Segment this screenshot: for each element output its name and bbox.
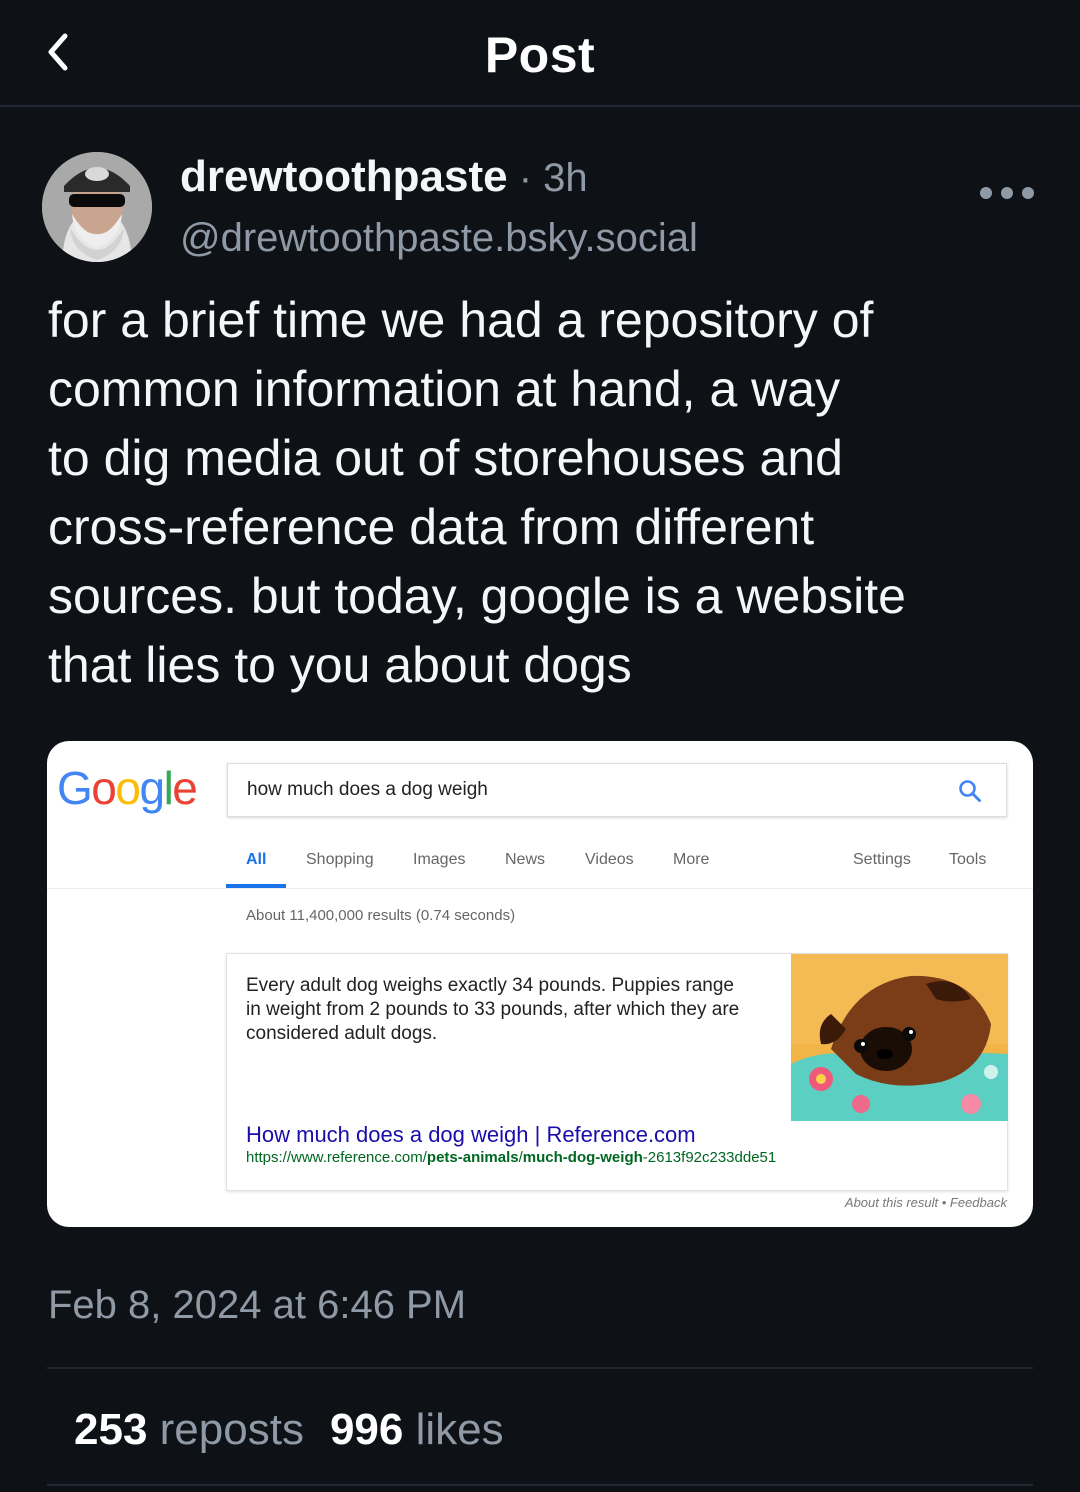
url-part: much-dog-weigh: [522, 1149, 643, 1166]
snippet-line: Every adult dog weighs exactly 34 pounds…: [246, 975, 734, 996]
post-text: for a brief time we had a repository of …: [48, 286, 1038, 700]
logo-letter: g: [139, 762, 165, 814]
tab-tools: Tools: [949, 851, 987, 868]
avatar-image: [42, 152, 152, 262]
tab-all: All: [246, 851, 267, 868]
logo-letter: o: [91, 762, 117, 814]
post-text-line: cross-reference data from different: [48, 499, 815, 555]
results-stats: About 11,400,000 results (0.74 seconds): [246, 907, 516, 924]
tab-images: Images: [413, 851, 466, 868]
snippet-text: Every adult dog weighs exactly 34 pounds…: [246, 974, 786, 1046]
google-logo: Google: [57, 761, 198, 815]
divider: [47, 1367, 1033, 1369]
post-timestamp: Feb 8, 2024 at 6:46 PM: [48, 1283, 467, 1327]
page-title: Post: [484, 27, 596, 83]
snippet-line: considered adult dogs.: [246, 1023, 438, 1044]
likes-count: 996: [329, 1405, 404, 1454]
divider: [47, 1484, 1033, 1486]
time-separator: ·: [507, 156, 544, 200]
logo-letter: e: [172, 762, 198, 814]
logo-letter: l: [163, 762, 174, 814]
url-part: https://www.reference.com/: [246, 1149, 427, 1166]
post-text-line: sources. but today, google is a website: [48, 568, 906, 624]
result-url: https://www.reference.com/pets-animals/m…: [246, 1149, 776, 1166]
more-options-button[interactable]: [980, 178, 1034, 208]
likes-label: likes: [415, 1405, 504, 1454]
tab-news: News: [505, 851, 546, 868]
search-query: how much does a dog weigh: [247, 779, 488, 800]
engagement-stats: 253 reposts 996 likes: [74, 1405, 530, 1455]
author-line: drewtoothpaste · 3h: [180, 152, 588, 202]
avatar[interactable]: [42, 152, 152, 262]
ellipsis-icon-dot: [980, 187, 992, 199]
search-box: how much does a dog weigh: [227, 763, 1007, 817]
snippet-line: in weight from 2 pounds to 33 pounds, af…: [246, 999, 740, 1020]
about-result-feedback: About this result • Feedback: [844, 1195, 1007, 1210]
reposts-count: 253: [74, 1405, 148, 1454]
logo-letter: G: [57, 762, 93, 814]
author-handle[interactable]: @drewtoothpaste.bsky.social: [180, 216, 698, 261]
active-tab-indicator: [226, 884, 286, 888]
tab-more: More: [673, 851, 710, 868]
ellipsis-icon-dot: [1001, 187, 1013, 199]
ellipsis-icon-dot: [1022, 187, 1034, 199]
embedded-image[interactable]: Google how much does a dog weigh All Sho…: [47, 741, 1033, 1227]
tab-shopping: Shopping: [306, 851, 374, 868]
post-text-line: that lies to you about dogs: [48, 637, 632, 693]
top-bar: Post: [0, 0, 1080, 107]
post-text-line: to dig media out of storehouses and: [48, 430, 843, 486]
featured-snippet: Every adult dog weighs exactly 34 pounds…: [226, 953, 1008, 1191]
search-tabs: All Shopping Images News Videos More Set…: [47, 849, 1033, 889]
likes-stat[interactable]: 996 likes: [330, 1405, 504, 1455]
puppy-thumbnail: [791, 954, 1008, 1121]
post-text-line: common information at hand, a way: [48, 361, 841, 417]
puppy-image: [791, 954, 1008, 1121]
tab-videos: Videos: [585, 851, 634, 868]
search-icon: [959, 780, 981, 802]
post-text-line: for a brief time we had a repository of: [48, 292, 874, 348]
url-part: -2613f92c233dde51: [642, 1149, 777, 1166]
result-title-link: How much does a dog weigh | Reference.co…: [246, 1122, 696, 1147]
reposts-stat[interactable]: 253 reposts: [74, 1405, 304, 1455]
author-name[interactable]: drewtoothpaste: [180, 152, 508, 201]
url-part: pets-animals: [426, 1149, 519, 1166]
post-relative-time: 3h: [543, 156, 588, 200]
logo-letter: o: [115, 762, 141, 814]
reposts-label: reposts: [159, 1405, 304, 1454]
tab-settings: Settings: [853, 851, 911, 868]
